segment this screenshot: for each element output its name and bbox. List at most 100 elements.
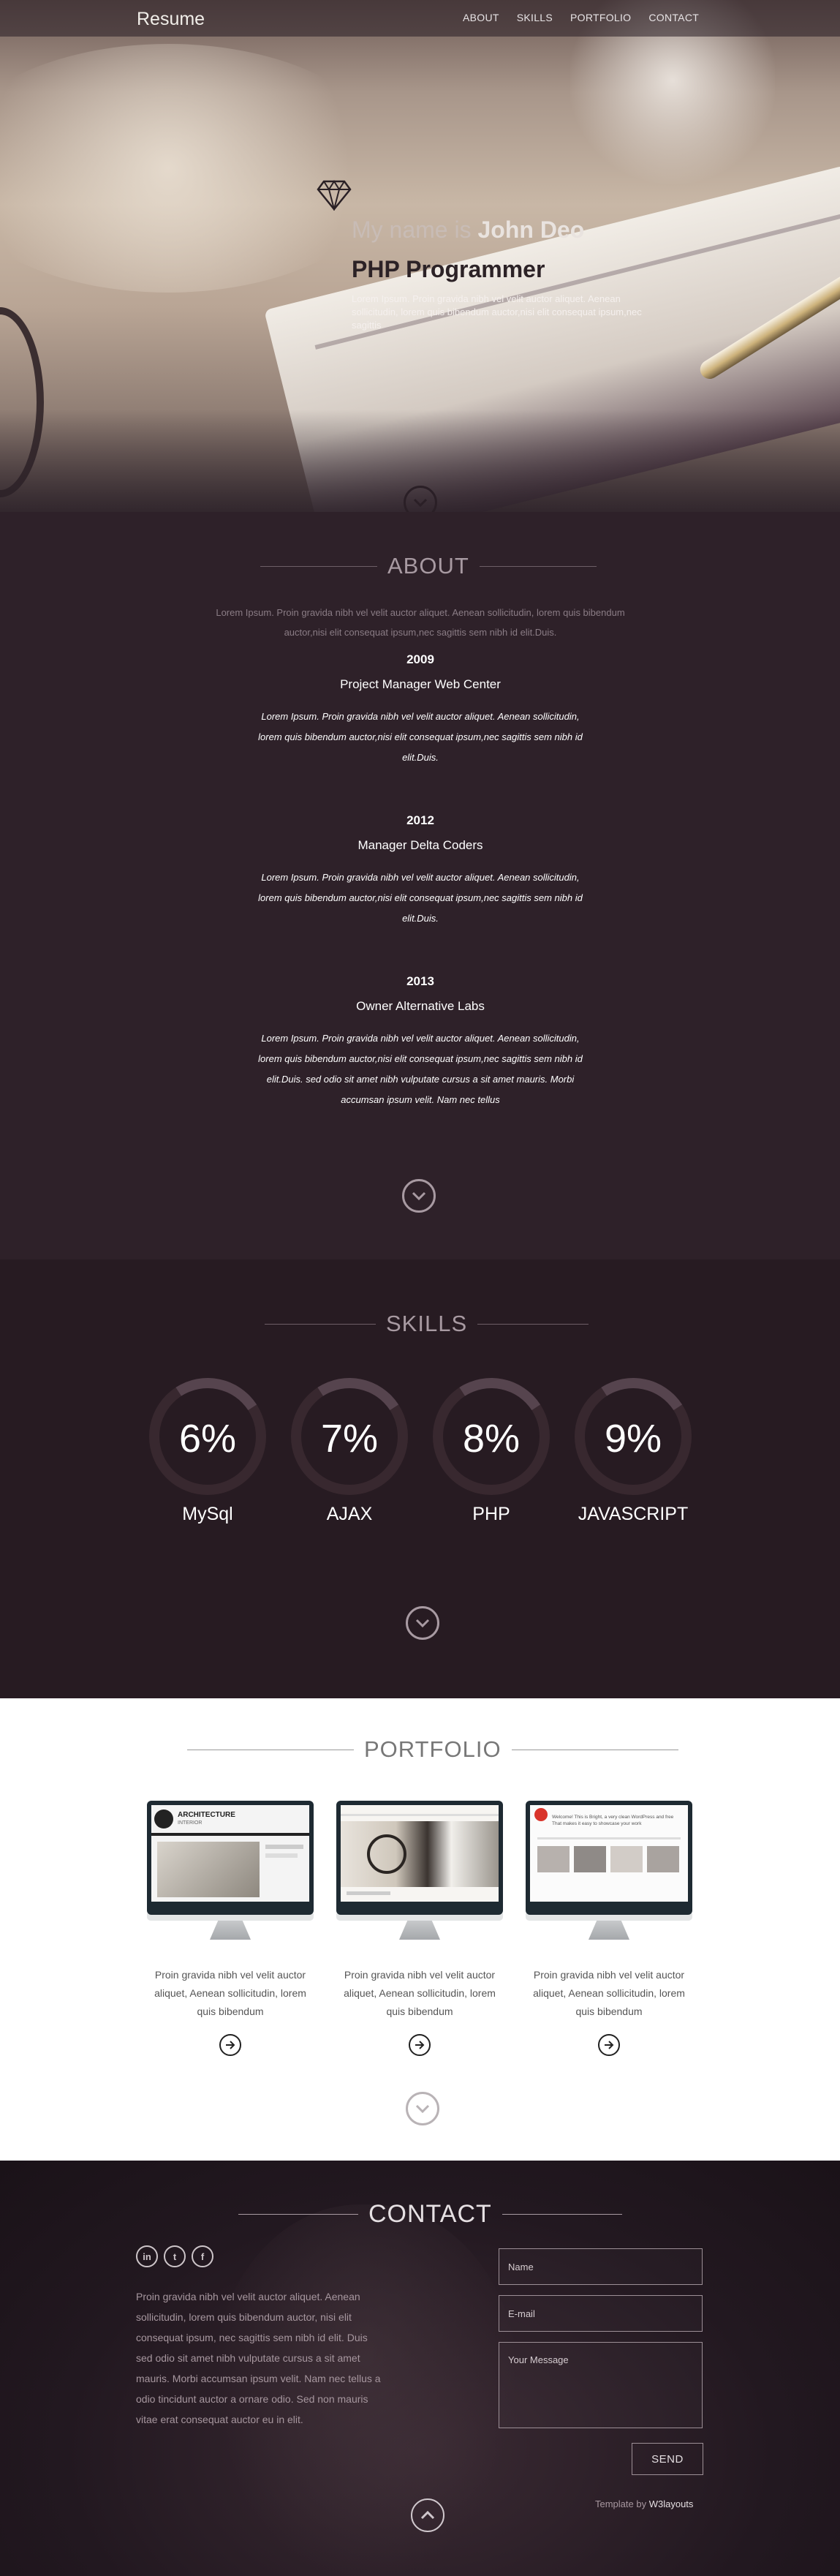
screen-thumb xyxy=(610,1846,643,1872)
entry-position: Owner Alternative Labs xyxy=(356,999,485,1013)
timeline-entry: 2009 Project Manager Web Center Lorem Ip… xyxy=(249,652,592,768)
contact-text: Proin gravida nibh vel velit auctor aliq… xyxy=(136,2291,381,2425)
portfolio-section: PORTFOLIO ARCHITECTURE INTERIOR Proin gr… xyxy=(0,1698,840,2161)
heading-rule-left xyxy=(265,1323,376,1325)
skill-meter: 8% PHP xyxy=(422,1367,561,1525)
hero-role: PHP Programmer xyxy=(352,256,545,282)
message-field[interactable] xyxy=(499,2342,703,2428)
skill-percent: 6% xyxy=(178,1417,237,1461)
chevron-down-icon xyxy=(415,2104,430,2113)
portfolio-caption: Proin gravida nibh vel velit auctor aliq… xyxy=(344,1969,496,2017)
monitor-screen-bright: Welcome! This is Bright, a very clean Wo… xyxy=(530,1805,688,1902)
monitor-stand xyxy=(399,1921,440,1940)
screen-subheading: INTERIOR xyxy=(178,1820,203,1826)
portfolio-item[interactable]: Proin gravida nibh vel velit auctor aliq… xyxy=(336,1801,503,2056)
view-project-button[interactable] xyxy=(219,2034,241,2056)
screen-thumb xyxy=(647,1846,679,1872)
entry-year: 2013 xyxy=(406,974,434,988)
linkedin-icon[interactable]: in xyxy=(136,2245,158,2267)
screen-thumb xyxy=(574,1846,606,1872)
about-heading: ABOUT xyxy=(260,553,597,579)
screen-menu-bar xyxy=(151,1833,309,1836)
portfolio-item[interactable]: Welcome! This is Bright, a very clean Wo… xyxy=(526,1801,692,2056)
entry-year: 2012 xyxy=(406,813,434,827)
footer-credit: Template by W3layouts xyxy=(595,2498,693,2509)
skill-meter: 7% AJAX xyxy=(280,1367,419,1525)
monitor-frame: Welcome! This is Bright, a very clean Wo… xyxy=(526,1801,692,1915)
nav-links: ABOUT SKILLS PORTFOLIO CONTACT xyxy=(463,12,716,23)
credit-prefix: Template by xyxy=(595,2498,647,2509)
skill-name: JAVASCRIPT xyxy=(578,1504,689,1524)
nav-link-skills[interactable]: SKILLS xyxy=(517,12,553,23)
entry-year: 2009 xyxy=(406,652,434,666)
skill-ring: 8% xyxy=(422,1367,561,1506)
skills-heading: SKILLS xyxy=(265,1311,589,1337)
skill-percent: 9% xyxy=(604,1417,662,1461)
email-field[interactable] xyxy=(499,2295,703,2332)
view-project-button[interactable] xyxy=(409,2034,431,2056)
screen-hero-image xyxy=(341,1821,499,1887)
timeline-entry: 2013 Owner Alternative Labs Lorem Ipsum.… xyxy=(249,974,592,1110)
entry-description: Lorem Ipsum. Proin gravida nibh vel veli… xyxy=(258,1033,583,1105)
hero-intro: Lorem Ipsum. Proin gravida nibh vel veli… xyxy=(352,293,642,331)
portfolio-heading: PORTFOLIO xyxy=(187,1736,678,1763)
scroll-down-button[interactable] xyxy=(406,2092,439,2125)
diamond-icon xyxy=(317,180,352,211)
top-navbar: Resume ABOUT SKILLS PORTFOLIO CONTACT xyxy=(0,0,840,37)
screen-hero-image xyxy=(157,1842,260,1897)
about-title: ABOUT xyxy=(387,553,469,579)
skill-ring: 7% xyxy=(280,1367,419,1506)
screen-heading: Welcome! This is Bright, a very clean Wo… xyxy=(552,1815,674,1820)
skill-ring: 9% xyxy=(564,1367,703,1506)
arrow-right-icon xyxy=(226,2041,235,2049)
screen-badge xyxy=(534,1808,548,1821)
screen-menu-bar xyxy=(341,1814,499,1816)
credit-link[interactable]: W3layouts xyxy=(649,2498,694,2509)
skill-name: MySql xyxy=(182,1504,233,1524)
about-section: ABOUT Lorem Ipsum. Proin gravida nibh ve… xyxy=(0,512,840,1259)
facebook-icon[interactable]: f xyxy=(192,2245,213,2267)
heading-rule-right xyxy=(502,2214,622,2215)
screen-heading: ARCHITECTURE xyxy=(178,1811,235,1819)
monitor-stand xyxy=(589,1921,629,1940)
heading-rule-right xyxy=(477,1323,589,1325)
send-button[interactable]: SEND xyxy=(632,2443,703,2475)
monitor-screen-photography xyxy=(341,1805,499,1902)
scroll-top-button[interactable] xyxy=(411,2498,444,2532)
view-project-button[interactable] xyxy=(598,2034,620,2056)
about-lead: Lorem Ipsum. Proin gravida nibh vel veli… xyxy=(216,607,625,638)
screen-divider xyxy=(537,1837,681,1839)
portfolio-caption: Proin gravida nibh vel velit auctor aliq… xyxy=(533,1969,685,2017)
entry-position: Project Manager Web Center xyxy=(340,677,501,691)
nav-link-portfolio[interactable]: PORTFOLIO xyxy=(570,12,631,23)
nav-link-contact[interactable]: CONTACT xyxy=(648,12,699,23)
hero-greeting: My name is John Deo xyxy=(352,216,584,244)
skill-percent: 8% xyxy=(462,1417,521,1461)
contact-heading: CONTACT xyxy=(238,2200,622,2229)
entry-description: Lorem Ipsum. Proin gravida nibh vel veli… xyxy=(258,711,583,763)
chevron-down-icon xyxy=(413,498,428,507)
monitor-stand xyxy=(210,1921,251,1940)
name-field[interactable] xyxy=(499,2248,703,2285)
monitor-frame xyxy=(336,1801,503,1915)
nav-link-about[interactable]: ABOUT xyxy=(463,12,499,23)
skills-section: SKILLS 6% MySql 7% AJAX 8% PHP 9% JAVASC… xyxy=(0,1259,840,1698)
monitor-screen-architecture: ARCHITECTURE INTERIOR xyxy=(151,1805,309,1902)
screen-glasses-shape xyxy=(367,1834,406,1874)
portfolio-title: PORTFOLIO xyxy=(364,1736,502,1762)
contact-section: CONTACT in t f Proin gravida nibh vel ve… xyxy=(0,2161,840,2576)
screen-thumb xyxy=(537,1846,570,1872)
hero-background-blur xyxy=(0,44,395,293)
screen-text-line xyxy=(265,1853,298,1858)
skills-title: SKILLS xyxy=(386,1311,468,1336)
screen-text-line xyxy=(265,1845,303,1849)
contact-title: CONTACT xyxy=(368,2200,492,2228)
skill-name: AJAX xyxy=(326,1504,373,1524)
heading-rule-left xyxy=(260,565,377,567)
scroll-down-button[interactable] xyxy=(402,1179,436,1213)
brand-logo[interactable]: Resume xyxy=(137,9,205,30)
twitter-icon[interactable]: t xyxy=(164,2245,186,2267)
portfolio-item[interactable]: ARCHITECTURE INTERIOR Proin gravida nibh… xyxy=(147,1801,314,2056)
scroll-down-button[interactable] xyxy=(406,1606,439,1640)
timeline-entry: 2012 Manager Delta Coders Lorem Ipsum. P… xyxy=(249,813,592,929)
